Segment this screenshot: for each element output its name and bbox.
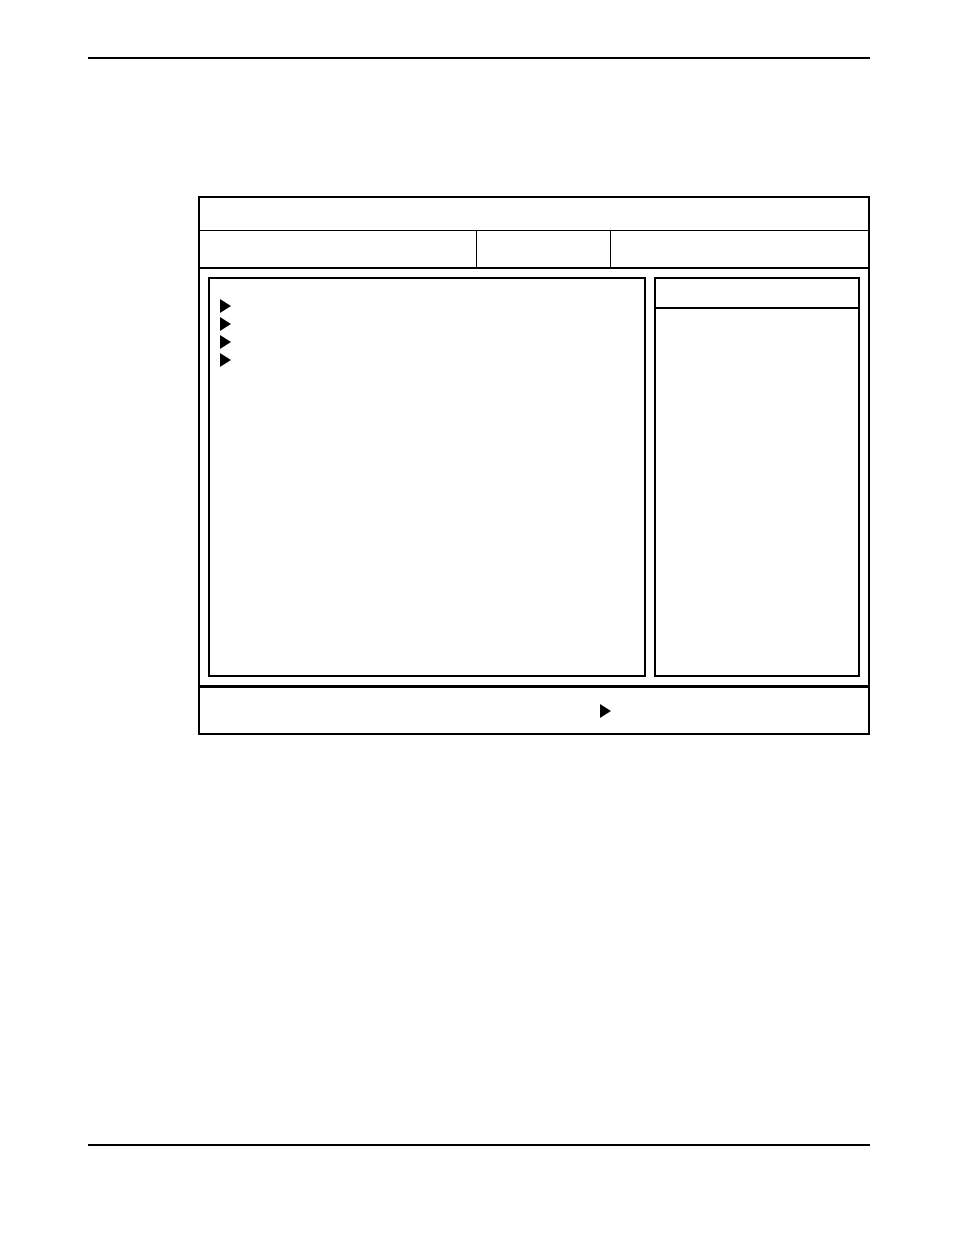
panel-footer xyxy=(200,685,868,733)
triangle-right-icon xyxy=(220,299,231,313)
top-horizontal-rule xyxy=(88,57,870,59)
triangle-right-icon xyxy=(220,353,231,367)
list-item[interactable] xyxy=(220,353,634,367)
list-item[interactable] xyxy=(220,317,634,331)
right-pane-header xyxy=(654,277,860,309)
tab-row xyxy=(200,231,868,269)
tab-2[interactable] xyxy=(477,231,611,267)
list-item[interactable] xyxy=(220,299,634,313)
main-panel xyxy=(198,196,870,735)
triangle-right-icon xyxy=(220,335,231,349)
right-pane xyxy=(654,277,860,677)
left-pane xyxy=(208,277,646,677)
panel-body xyxy=(200,269,868,685)
list-item[interactable] xyxy=(220,335,634,349)
triangle-right-icon xyxy=(600,704,611,718)
tab-1[interactable] xyxy=(200,231,477,267)
panel-title-row xyxy=(200,198,868,231)
triangle-right-icon xyxy=(220,317,231,331)
right-pane-body xyxy=(654,309,860,677)
tab-3[interactable] xyxy=(611,231,868,267)
bottom-horizontal-rule xyxy=(88,1144,870,1146)
